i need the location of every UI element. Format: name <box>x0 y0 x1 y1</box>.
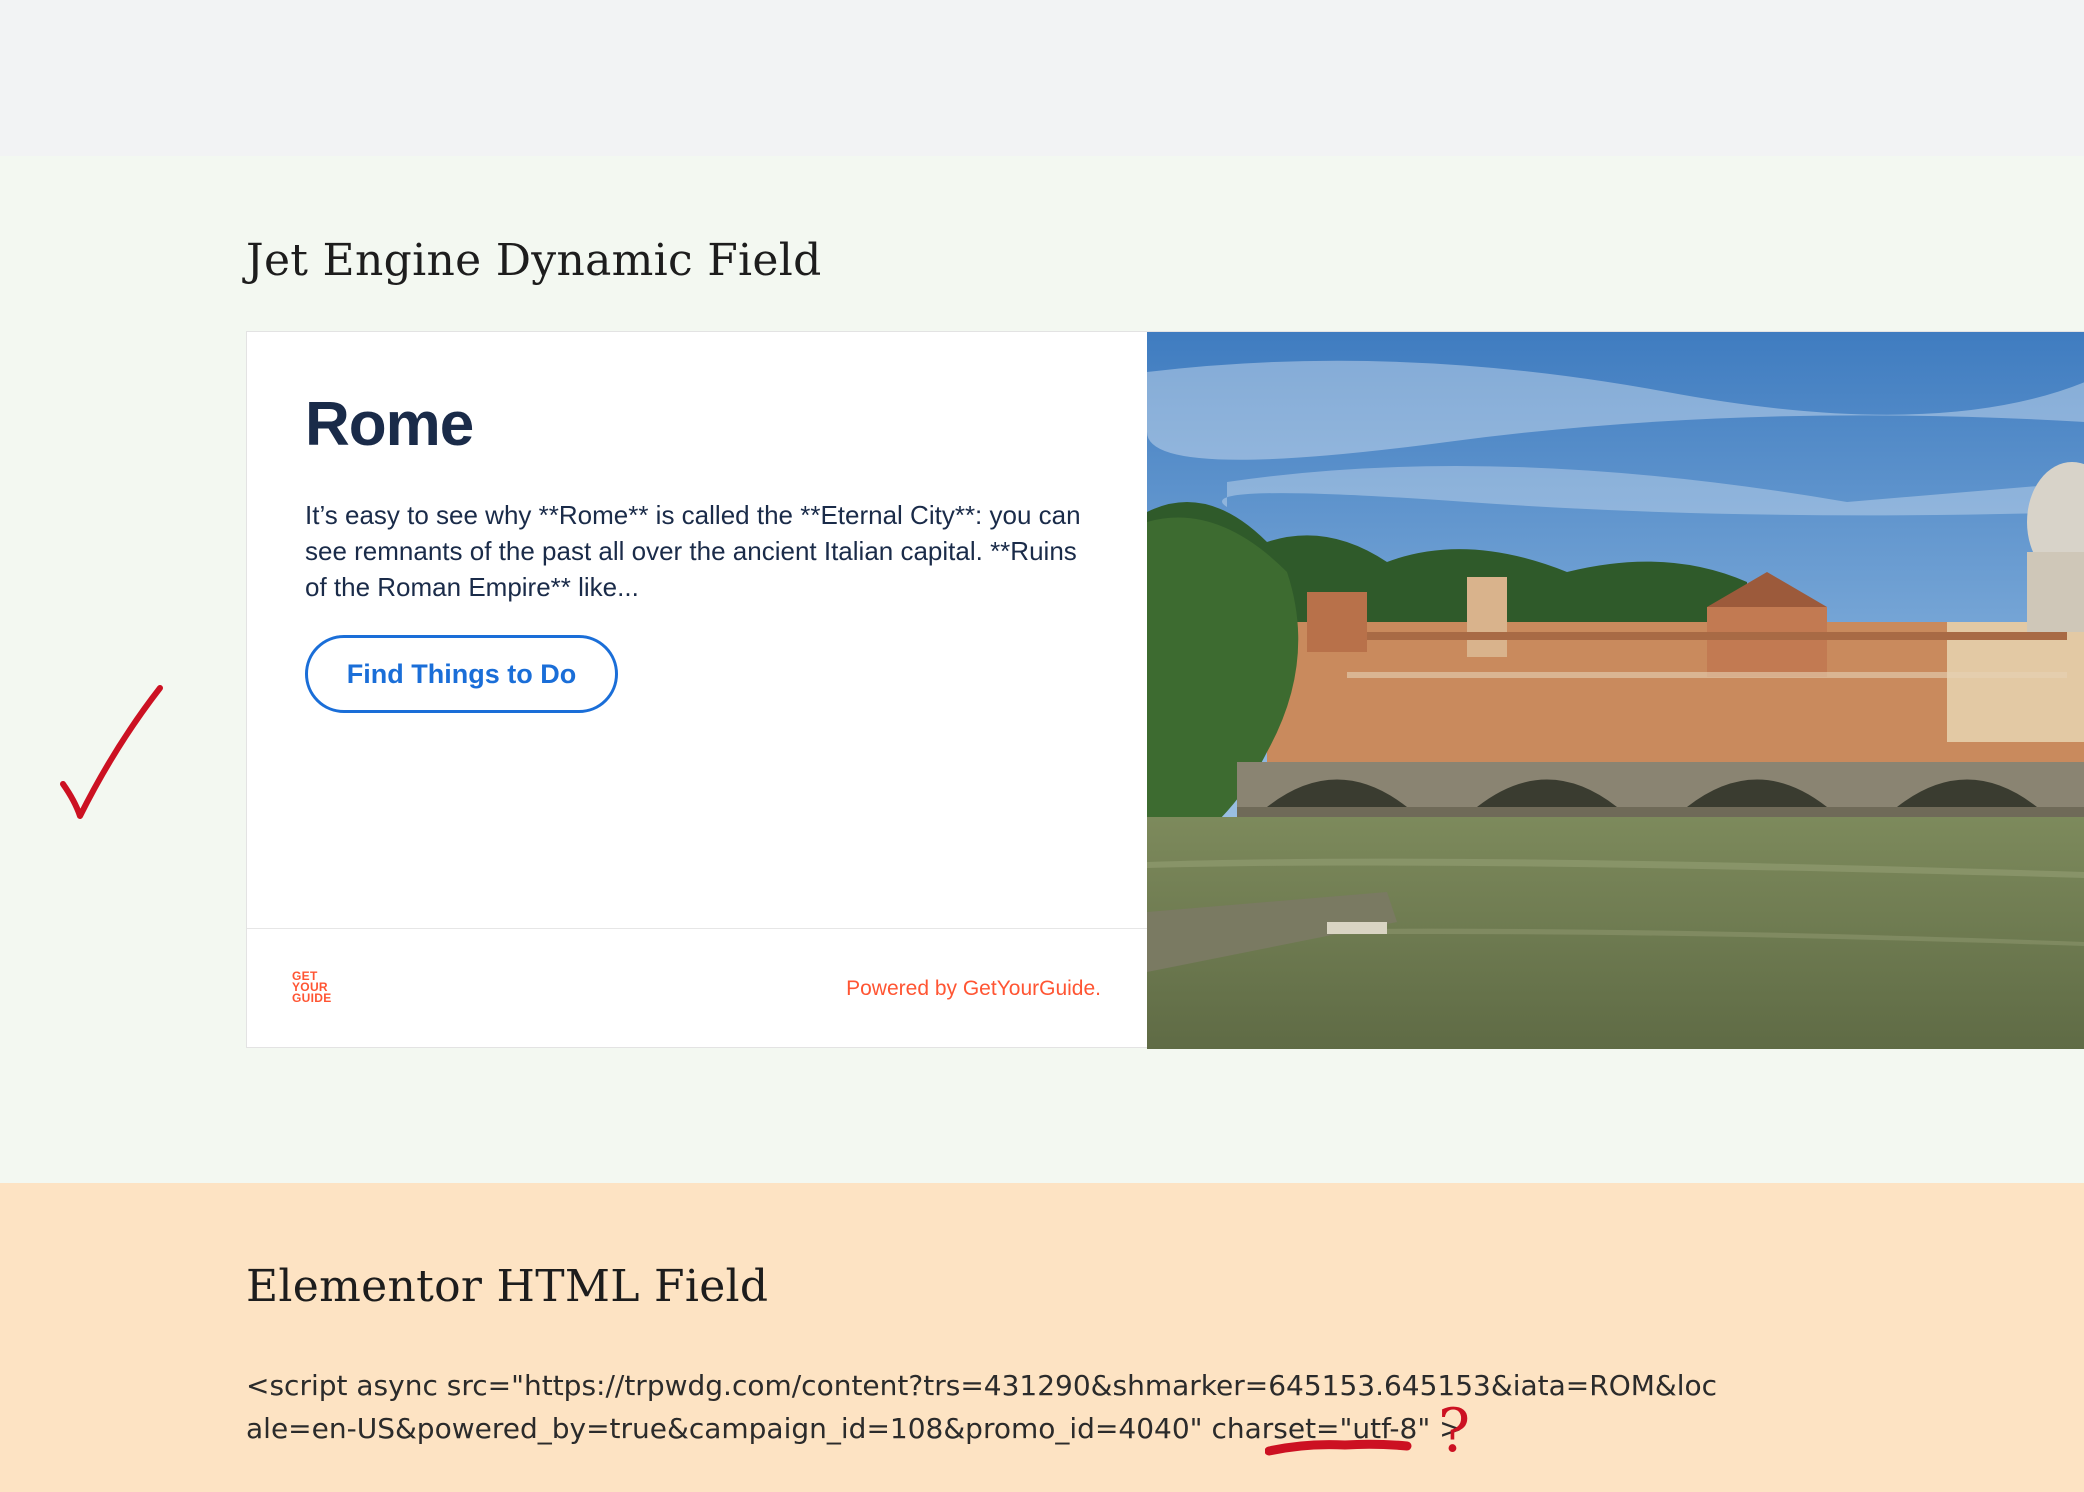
checkmark-icon <box>60 685 163 819</box>
logo-line: GUIDE <box>292 991 332 1005</box>
top-band <box>0 0 2084 156</box>
getyourguide-widget: Rome It’s easy to see why **Rome** is ca… <box>246 331 2084 1049</box>
jet-engine-section: Jet Engine Dynamic Field Rome It’s easy … <box>0 156 2084 1183</box>
powered-by-link[interactable]: Powered by GetYourGuide. <box>846 977 1101 1001</box>
getyourguide-logo[interactable]: GET YOUR GUIDE <box>292 970 332 1005</box>
widget-footer: GET YOUR GUIDE Powered by GetYourGuide. <box>247 928 1147 1049</box>
find-things-to-do-button[interactable]: Find Things to Do <box>305 635 618 713</box>
rome-photo <box>1147 332 2084 1049</box>
elementor-html-section: Elementor HTML Field <script async src="… <box>0 1183 2084 1492</box>
embed-code-text: <script async src="https://trpwdg.com/co… <box>246 1369 1718 1445</box>
jet-engine-heading: Jet Engine Dynamic Field <box>246 235 822 286</box>
widget-card: Rome It’s easy to see why **Rome** is ca… <box>247 332 1147 1047</box>
rome-photo-image <box>1147 332 2084 1049</box>
city-title: Rome <box>305 390 474 459</box>
elementor-heading: Elementor HTML Field <box>246 1261 769 1312</box>
city-description: It’s easy to see why **Rome** is called … <box>305 500 1081 602</box>
